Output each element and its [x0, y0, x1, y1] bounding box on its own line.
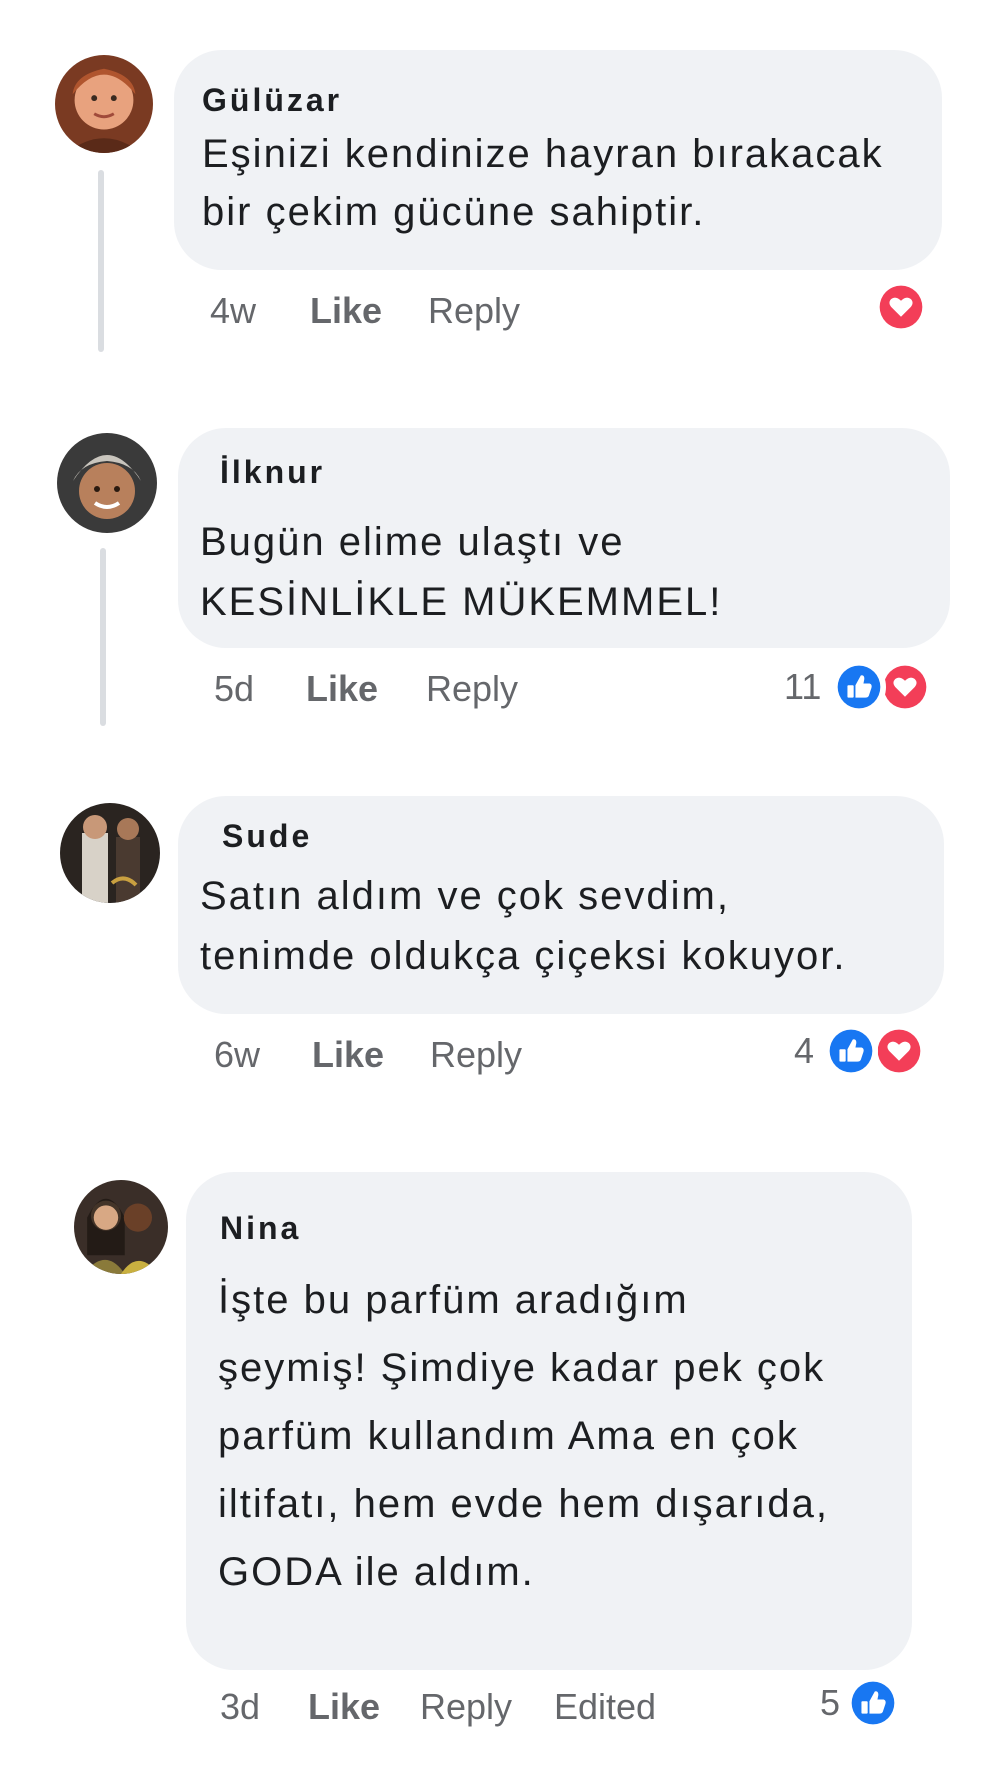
reaction-count: 5 — [820, 1682, 841, 1723]
comment-text-line: İşte bu parfüm aradığım — [218, 1278, 689, 1322]
reply-button[interactable]: Reply — [420, 1686, 512, 1728]
reactions-summary[interactable]: 5 — [820, 1676, 930, 1732]
comment-text-line: GODA ile aldım. — [218, 1550, 535, 1594]
avatar-image — [74, 1180, 168, 1274]
thumbs-up-icon — [846, 1676, 900, 1730]
comment-author[interactable]: Nina — [220, 1210, 301, 1247]
edited-label: Edited — [554, 1686, 657, 1727]
comment-text-line: parfüm kullandım Ama en çok — [218, 1414, 799, 1458]
like-button[interactable]: Like — [308, 1686, 380, 1728]
comment: Nina İşte bu parfüm aradığım şeymiş! Şim… — [0, 0, 1000, 1778]
comment-timestamp[interactable]: 3d — [220, 1686, 260, 1728]
comment-bubble: Nina İşte bu parfüm aradığım şeymiş! Şim… — [186, 1172, 912, 1670]
comment-text-line: iltifatı, hem evde hem dışarıda, — [218, 1482, 829, 1526]
comment-text-line: şeymiş! Şimdiye kadar pek çok — [218, 1346, 826, 1390]
avatar[interactable] — [74, 1180, 168, 1274]
